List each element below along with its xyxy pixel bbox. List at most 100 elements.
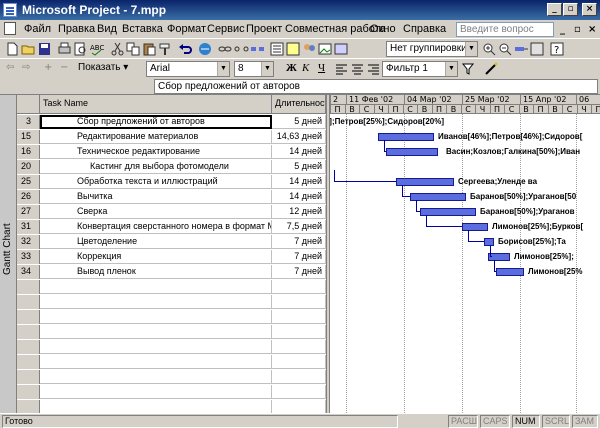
table-row[interactable] xyxy=(17,325,326,339)
duration-cell[interactable]: 5 дней xyxy=(272,115,326,129)
table-row[interactable] xyxy=(17,355,326,369)
gantt-bar[interactable] xyxy=(386,148,438,156)
menu-project[interactable]: Проект xyxy=(246,23,282,35)
table-row[interactable]: 33 Коррекция 7 дней xyxy=(17,250,326,264)
table-row[interactable]: 27 Сверка 12 дней xyxy=(17,205,326,219)
align-left-icon[interactable] xyxy=(334,62,349,76)
duration-cell[interactable]: 12 дней xyxy=(272,205,326,219)
row-id[interactable] xyxy=(17,340,40,354)
row-id[interactable]: 27 xyxy=(17,205,40,219)
task-name-cell[interactable] xyxy=(40,295,272,309)
duration-cell[interactable] xyxy=(272,295,326,309)
copy-wizard-icon[interactable] xyxy=(530,42,545,56)
cut-icon[interactable] xyxy=(110,42,125,56)
zoom-in-icon[interactable] xyxy=(482,42,497,56)
bold-button[interactable]: Ж xyxy=(286,62,297,74)
table-row[interactable]: 3 Сбор предложений от авторов 5 дней xyxy=(17,115,326,129)
align-right-icon[interactable] xyxy=(366,62,381,76)
menu-tools[interactable]: Сервис xyxy=(207,23,245,35)
duration-cell[interactable] xyxy=(272,400,326,414)
task-name-cell[interactable]: Сверка xyxy=(40,205,272,219)
entry-field[interactable]: Сбор предложений от авторов xyxy=(154,79,598,94)
save-icon[interactable] xyxy=(37,42,52,56)
row-id[interactable]: 20 xyxy=(17,160,40,174)
row-id[interactable]: 32 xyxy=(17,235,40,249)
task-name-cell[interactable]: Редактирование материалов xyxy=(40,130,272,144)
table-row[interactable]: 16 Техническое редактирование 14 дней xyxy=(17,145,326,159)
table-row[interactable]: 15 Редактирование материалов 14,63 дней xyxy=(17,130,326,144)
task-name-cell[interactable]: Цветоделение xyxy=(40,235,272,249)
menu-window[interactable]: Окно xyxy=(370,23,396,35)
back-arrow-icon[interactable]: ⇦ xyxy=(6,62,14,73)
duration-cell[interactable]: 7 дней xyxy=(272,265,326,279)
task-name-cell[interactable] xyxy=(40,280,272,294)
table-row[interactable]: 25 Обработка текста и иллюстраций 14 дней xyxy=(17,175,326,189)
help-icon[interactable]: ? xyxy=(550,42,565,56)
show-subtasks-icon[interactable]: + xyxy=(44,62,52,73)
gantt-bar[interactable] xyxy=(496,268,524,276)
task-name-cell[interactable]: Сбор предложений от авторов xyxy=(40,115,272,129)
menu-file[interactable]: Файл xyxy=(24,23,51,35)
task-name-cell[interactable] xyxy=(40,355,272,369)
row-id[interactable] xyxy=(17,325,40,339)
duration-cell[interactable]: 7,5 дней xyxy=(272,220,326,234)
task-name-cell[interactable] xyxy=(40,340,272,354)
underline-button[interactable]: Ч xyxy=(318,62,325,74)
paste-icon[interactable] xyxy=(142,42,157,56)
print-icon[interactable] xyxy=(57,42,72,56)
grouping-select[interactable]: Нет группировки ▼ xyxy=(386,41,478,57)
undo-icon[interactable] xyxy=(178,42,193,56)
task-name-cell[interactable] xyxy=(40,310,272,324)
row-id[interactable] xyxy=(17,400,40,414)
table-row[interactable] xyxy=(17,400,326,414)
header-select-all[interactable] xyxy=(17,95,40,114)
unlink-tasks-icon[interactable] xyxy=(234,42,249,56)
task-name-cell[interactable]: Коррекция xyxy=(40,250,272,264)
header-task-name[interactable]: Task Name xyxy=(40,95,272,114)
hide-subtasks-icon[interactable]: − xyxy=(60,62,68,73)
table-row[interactable]: 26 Вычитка 14 дней xyxy=(17,190,326,204)
zoom-out-icon[interactable] xyxy=(498,42,513,56)
table-row[interactable] xyxy=(17,310,326,324)
row-id[interactable]: 25 xyxy=(17,175,40,189)
table-row[interactable] xyxy=(17,370,326,384)
duration-cell[interactable]: 5 дней xyxy=(272,160,326,174)
row-id[interactable] xyxy=(17,370,40,384)
task-name-cell[interactable] xyxy=(40,400,272,414)
duration-cell[interactable] xyxy=(272,280,326,294)
table-row[interactable]: 32 Цветоделение 7 дней xyxy=(17,235,326,249)
task-name-cell[interactable] xyxy=(40,385,272,399)
menu-edit[interactable]: Правка xyxy=(58,23,95,35)
split-task-icon[interactable] xyxy=(250,42,265,56)
align-center-icon[interactable] xyxy=(350,62,365,76)
row-id[interactable] xyxy=(17,280,40,294)
duration-cell[interactable]: 14 дней xyxy=(272,190,326,204)
row-id[interactable]: 3 xyxy=(17,115,40,129)
format-painter-icon[interactable] xyxy=(158,42,173,56)
row-id[interactable]: 15 xyxy=(17,130,40,144)
task-name-cell[interactable]: Кастинг для выбора фотомодели xyxy=(40,160,272,174)
menu-help[interactable]: Справка xyxy=(403,23,446,35)
duration-cell[interactable] xyxy=(272,310,326,324)
row-id[interactable] xyxy=(17,355,40,369)
duration-cell[interactable] xyxy=(272,385,326,399)
spelling-icon[interactable]: ABC xyxy=(89,42,104,56)
menu-format[interactable]: Формат xyxy=(167,23,206,35)
row-id[interactable] xyxy=(17,310,40,324)
task-name-cell[interactable] xyxy=(40,370,272,384)
table-row[interactable]: 34 Вывод пленок 7 дней xyxy=(17,265,326,279)
show-outline-button[interactable]: Показать ▾ xyxy=(78,62,128,73)
menu-view[interactable]: Вид xyxy=(97,23,117,35)
task-name-cell[interactable]: Конвертация сверстанного номера в формат… xyxy=(40,220,272,234)
duration-cell[interactable] xyxy=(272,325,326,339)
table-row[interactable]: 20 Кастинг для выбора фотомодели 5 дней xyxy=(17,160,326,174)
maximize-button[interactable]: ▫ xyxy=(563,3,578,16)
help-search-input[interactable]: Введите вопрос xyxy=(456,22,554,37)
task-name-cell[interactable]: Вывод пленок xyxy=(40,265,272,279)
italic-button[interactable]: К xyxy=(302,62,309,74)
table-row[interactable] xyxy=(17,385,326,399)
duration-cell[interactable] xyxy=(272,340,326,354)
filter-select[interactable]: Фильтр 1 ▼ xyxy=(382,61,458,77)
copy-icon[interactable] xyxy=(126,42,141,56)
task-name-cell[interactable]: Вычитка xyxy=(40,190,272,204)
